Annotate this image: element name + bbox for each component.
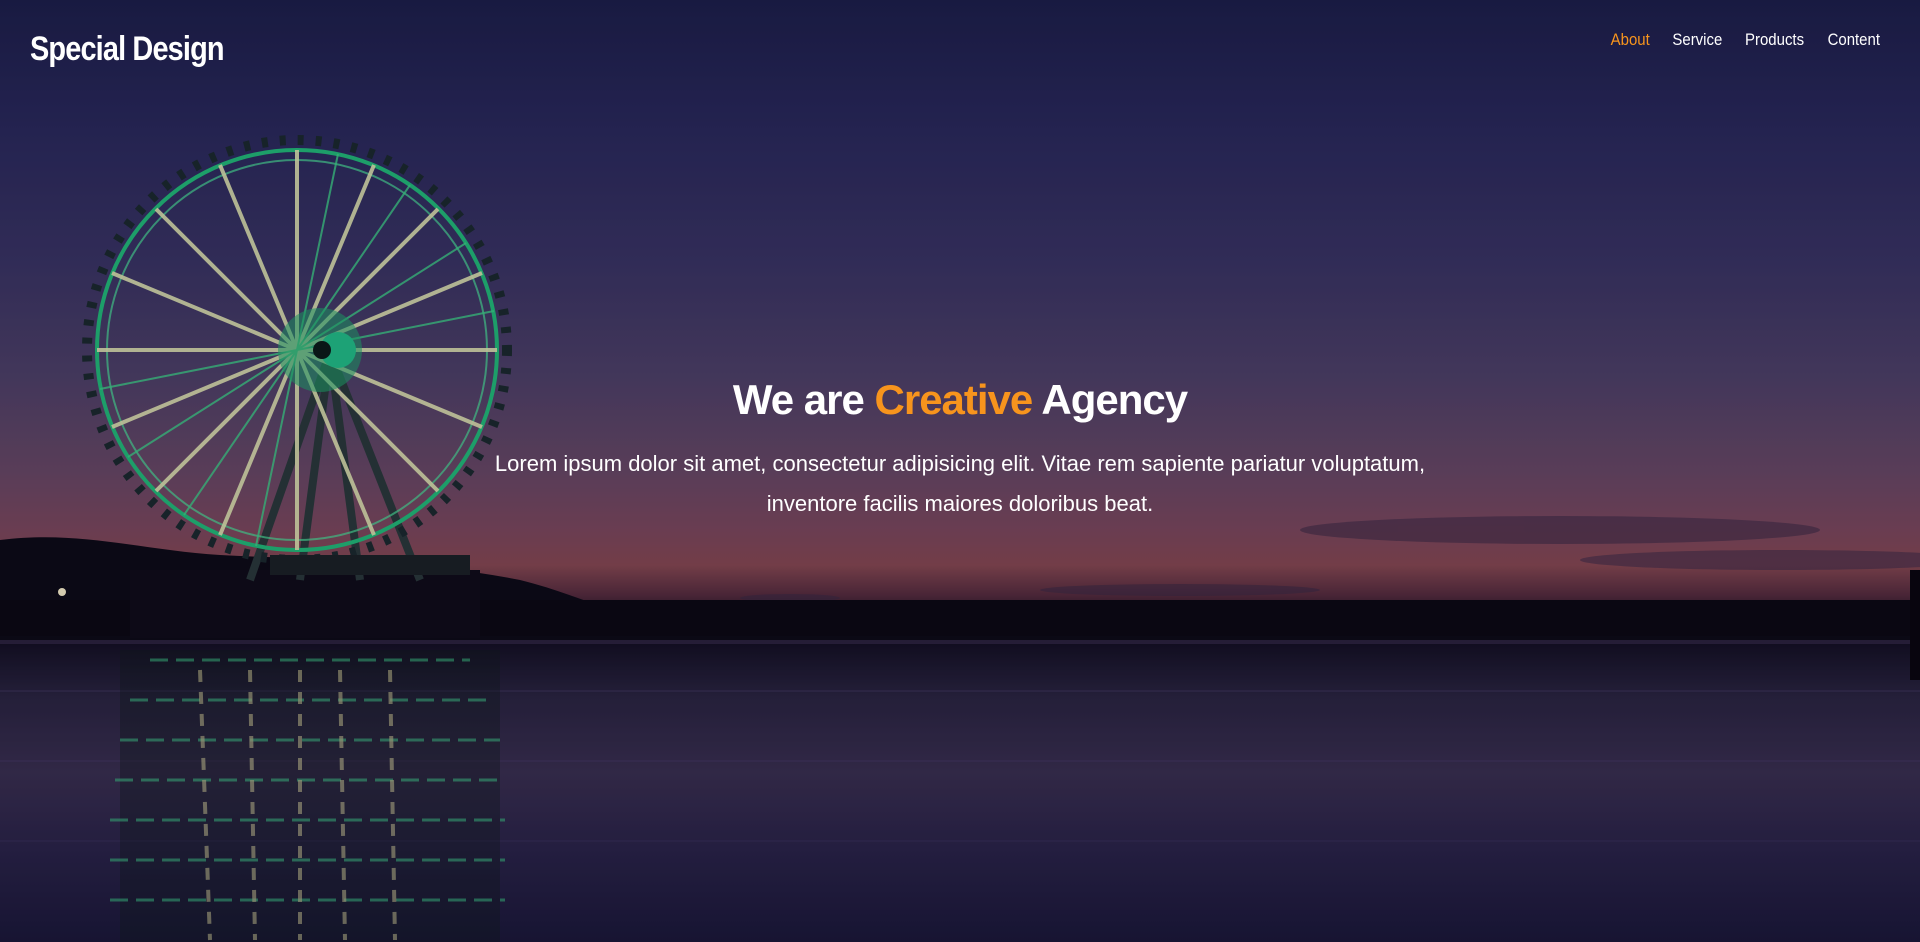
site-logo[interactable]: Special Design — [30, 30, 225, 69]
hero-headline: We are Creative Agency — [460, 376, 1460, 424]
nav-link-about[interactable]: About — [1611, 30, 1650, 50]
site-header: Special Design About Service Products Co… — [0, 0, 1920, 100]
headline-suffix: Agency — [1032, 376, 1188, 423]
main-nav: About Service Products Content — [1608, 30, 1884, 50]
nav-link-content[interactable]: Content — [1828, 30, 1880, 50]
headline-prefix: We are — [732, 376, 875, 423]
headline-accent: Creative — [874, 376, 1034, 423]
nav-link-products[interactable]: Products — [1745, 30, 1804, 50]
hero-description: Lorem ipsum dolor sit amet, consectetur … — [494, 451, 1426, 516]
hero-content: We are Creative Agency Lorem ipsum dolor… — [460, 376, 1460, 524]
hero-section: Special Design About Service Products Co… — [0, 0, 1920, 942]
nav-link-service[interactable]: Service — [1672, 30, 1722, 50]
